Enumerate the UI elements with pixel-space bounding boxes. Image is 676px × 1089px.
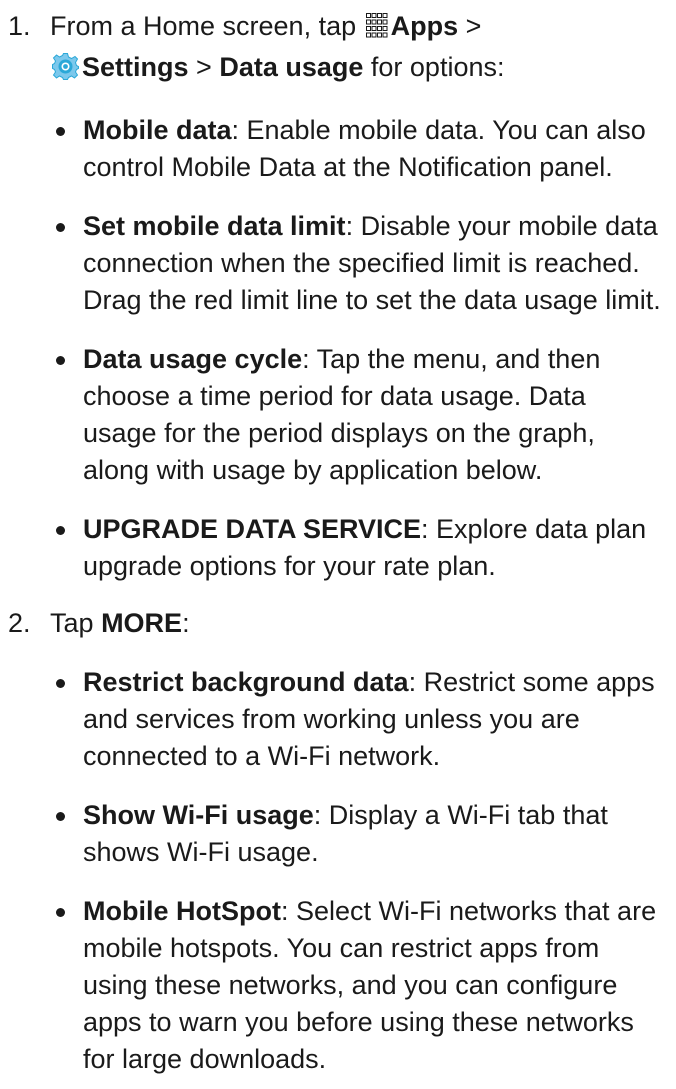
separator: > [196,52,212,82]
step-1-options-list: Mobile data: Enable mobile data. You can… [50,112,664,585]
option-term: Set mobile data limit [83,211,346,241]
step-number: 1. [8,11,31,41]
list-item: Set mobile data limit: Disable your mobi… [50,208,664,319]
step-2-options-list: Restrict background data: Restrict some … [50,664,664,1078]
separator: > [465,11,482,41]
step-1-line-2: Settings > Data usage for options: [50,49,664,90]
list-item: Show Wi-Fi usage: Display a Wi-Fi tab th… [50,797,664,871]
step-1: 1. From a Home screen, tap Apps > Settin… [0,8,676,585]
settings-label: Settings [82,52,189,82]
option-term: Data usage cycle [83,344,303,374]
option-term: Mobile data [83,115,232,145]
list-item: Mobile HotSpot: Select Wi-Fi networks th… [50,893,664,1078]
step-2-colon: : [182,608,190,638]
step-number: 2. [8,608,31,638]
step-2-line-1: Tap MORE: [50,605,664,642]
option-term: Restrict background data [83,667,409,697]
settings-gear-icon [52,53,79,90]
more-label: MORE [101,608,183,638]
step-2: 2. Tap MORE: Restrict background data: R… [0,605,676,1078]
option-term: Show Wi-Fi usage [83,800,314,830]
document-page: 1. From a Home screen, tap Apps > Settin… [0,0,676,1089]
option-term: UPGRADE DATA SERVICE [83,514,422,544]
apps-grid-icon [365,12,388,49]
list-item: Mobile data: Enable mobile data. You can… [50,112,664,186]
step-2-intro-text: Tap [50,608,94,638]
data-usage-label: Data usage [219,52,364,82]
apps-label: Apps [390,11,459,41]
list-item: Restrict background data: Restrict some … [50,664,664,775]
step-1-outro-text: for options: [370,52,505,82]
list-item: UPGRADE DATA SERVICE: Explore data plan … [50,511,664,585]
step-1-intro-text: From a Home screen, tap [50,11,357,41]
option-term: Mobile HotSpot [83,896,281,926]
list-item: Data usage cycle: Tap the menu, and then… [50,341,664,489]
step-1-line-1: From a Home screen, tap Apps > [50,8,664,49]
